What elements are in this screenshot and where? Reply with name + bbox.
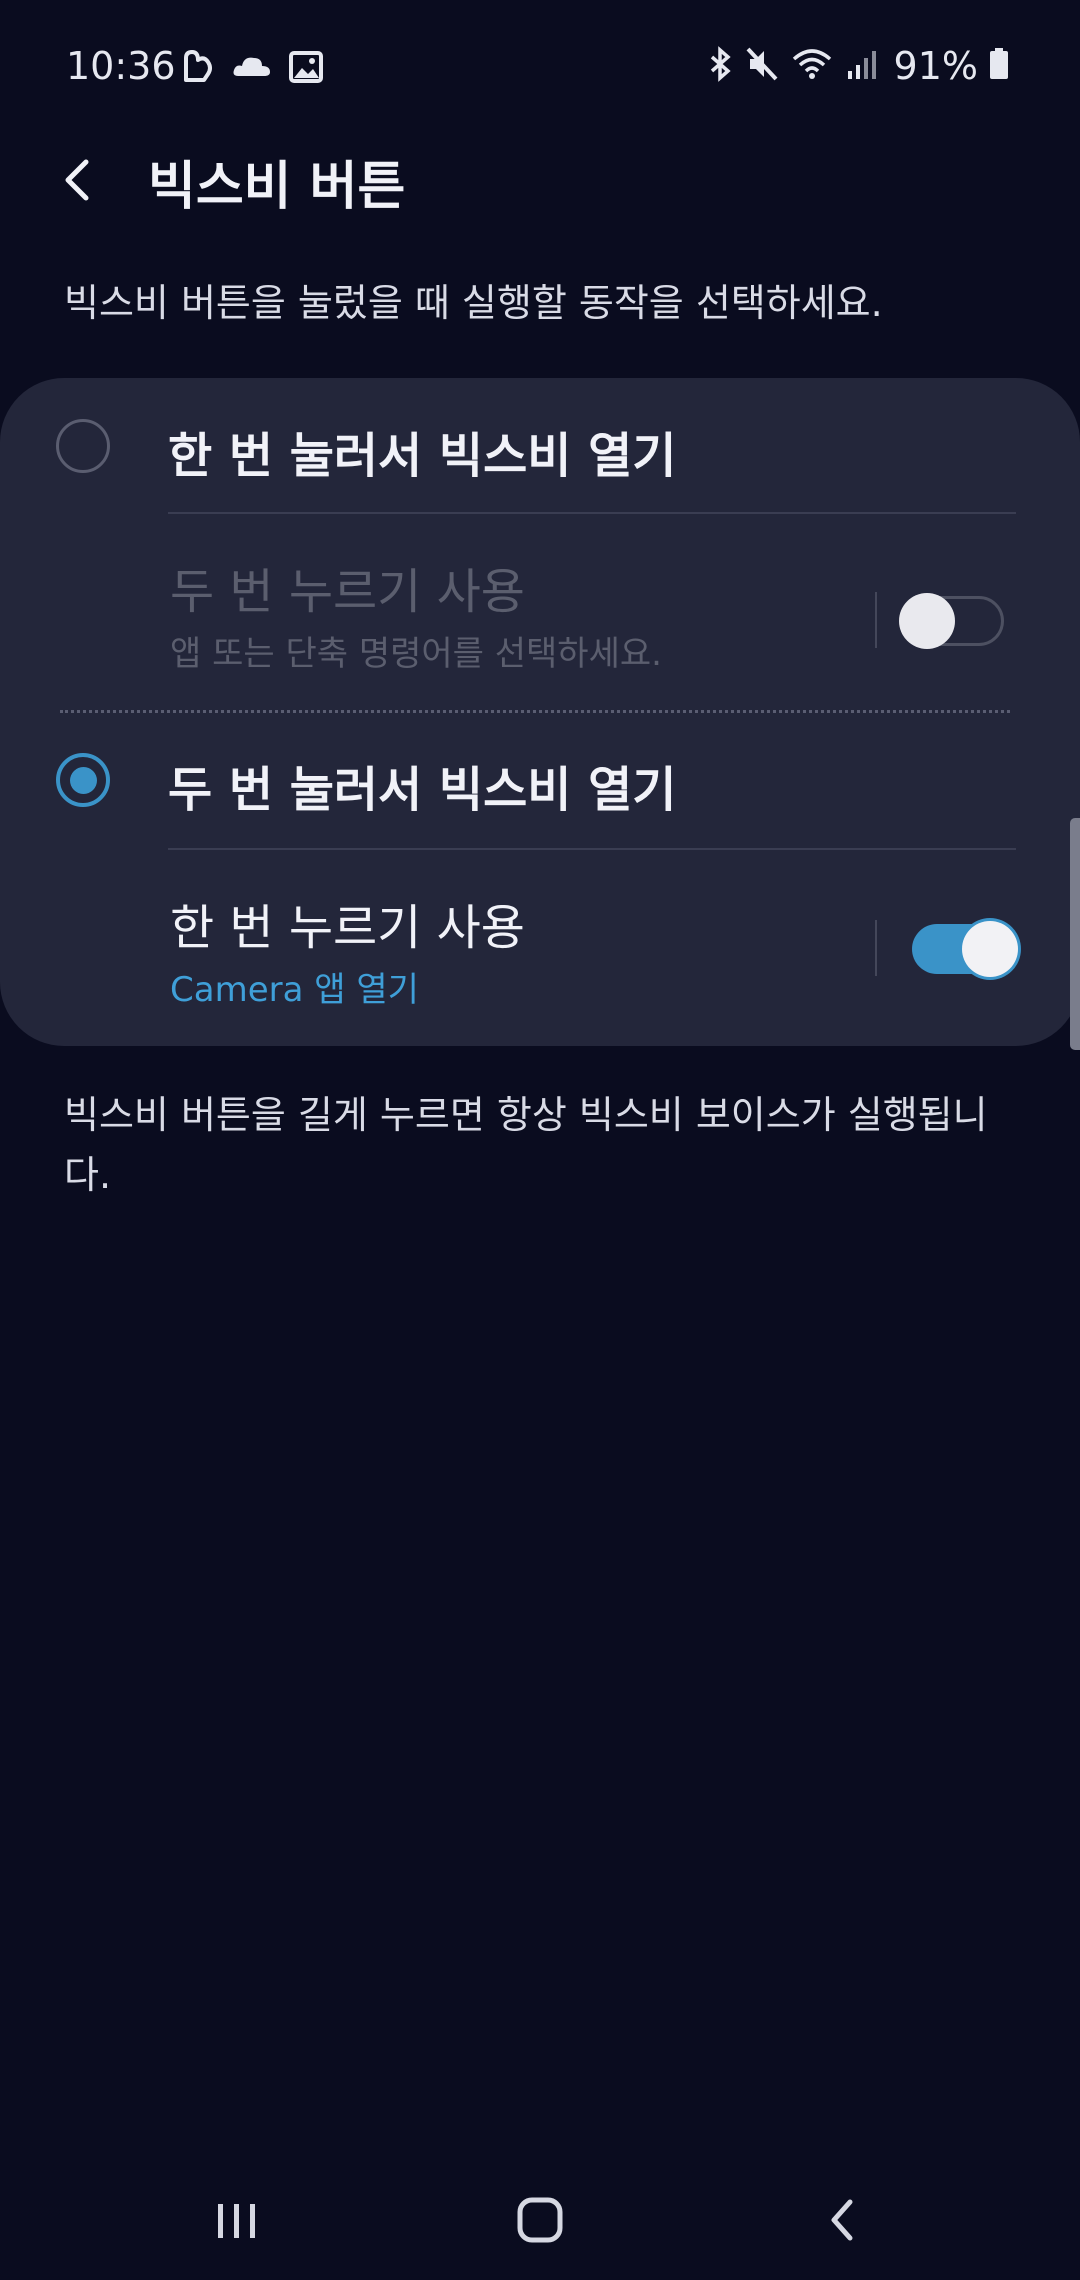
- back-icon: [831, 2199, 853, 2241]
- back-nav-button[interactable]: [808, 2190, 878, 2250]
- page-title: 빅스비 버튼: [148, 157, 406, 217]
- header: 빅스비 버튼: [0, 130, 1080, 230]
- status-time: 10:36: [66, 44, 176, 88]
- radio-dot: [70, 767, 97, 794]
- back-button[interactable]: [50, 150, 110, 210]
- dotted-divider: [60, 710, 1010, 713]
- home-button[interactable]: [505, 2190, 575, 2250]
- sync-icon: [178, 48, 216, 90]
- radio-button-unselected[interactable]: [56, 419, 110, 473]
- option-label: 두 번 눌러서 빅스비 열기: [168, 762, 677, 818]
- bluetooth-icon: [706, 45, 734, 87]
- status-right-icons: 91%: [706, 44, 1010, 88]
- back-arrow-icon: [65, 159, 89, 201]
- navigation-bar: [0, 2160, 1080, 2280]
- option-label: 한 번 눌러서 빅스비 열기: [168, 428, 677, 484]
- status-bar: 10:36 91%: [0, 0, 1080, 130]
- sub-option-title: 두 번 누르기 사용: [170, 564, 525, 620]
- toggle-knob: [962, 921, 1018, 977]
- toggle-switch-on[interactable]: [912, 921, 1018, 977]
- radio-button-selected[interactable]: [56, 753, 110, 807]
- signal-icon: [844, 45, 878, 87]
- page-description: 빅스비 버튼을 눌렀을 때 실행할 동작을 선택하세요.: [64, 281, 883, 325]
- battery-icon: [988, 45, 1010, 87]
- sub-option-desc: 앱 또는 단축 명령어를 선택하세요.: [170, 634, 662, 674]
- home-icon: [517, 2197, 563, 2243]
- sub-option-title: 한 번 누르기 사용: [170, 900, 525, 956]
- gallery-icon: [288, 48, 324, 90]
- wifi-icon: [790, 45, 834, 87]
- vertical-separator: [875, 592, 877, 648]
- scroll-indicator: [1070, 818, 1080, 1050]
- vertical-separator: [875, 920, 877, 976]
- toggle-switch-off: [899, 593, 1004, 649]
- mute-icon: [744, 45, 780, 87]
- sub-option-desc: Camera 앱 열기: [170, 970, 419, 1010]
- battery-percent: 91%: [893, 44, 978, 88]
- divider: [168, 512, 1016, 514]
- cloud-icon: [232, 48, 272, 90]
- toggle-knob: [899, 593, 955, 649]
- footer-note: 빅스비 버튼을 길게 누르면 항상 빅스비 보이스가 실행됩니다.: [64, 1093, 988, 1197]
- options-card: 한 번 눌러서 빅스비 열기 두 번 누르기 사용 앱 또는 단축 명령어를 선…: [0, 378, 1080, 1046]
- recent-apps-icon: [218, 2204, 255, 2238]
- recent-apps-button[interactable]: [202, 2190, 272, 2250]
- status-left-icons: [178, 48, 324, 90]
- divider: [168, 848, 1016, 850]
